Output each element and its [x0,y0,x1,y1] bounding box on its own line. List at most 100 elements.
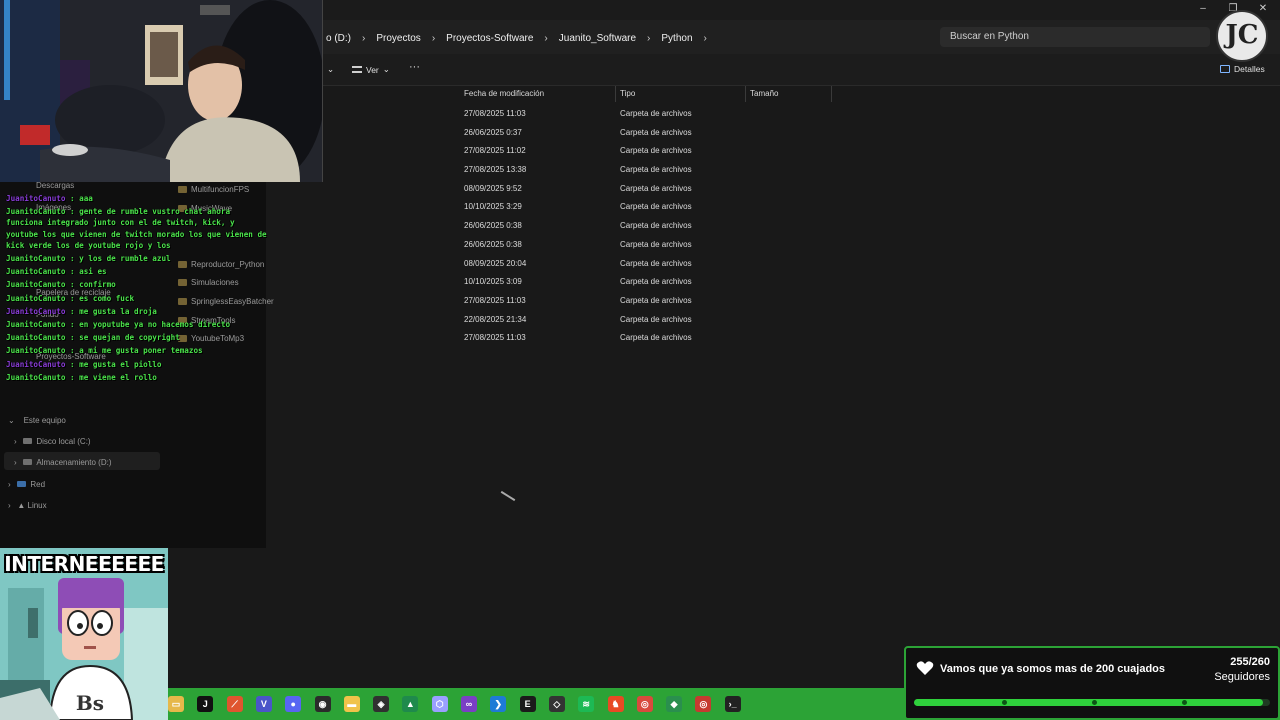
spotify-icon[interactable]: ≋ [578,696,595,712]
chat-text: en yoputube ya no hacemos directo [79,320,231,330]
file-explorer-icon[interactable]: ▭ [168,696,184,712]
view-icon [352,66,362,73]
search-input[interactable]: Buscar en Python [940,27,1210,47]
close-button[interactable]: ✕ [1256,3,1270,14]
chat-message: JuanitoCanuto : y los de rumble azul [6,253,268,264]
row-type: Carpeta de archivos [620,258,692,268]
nav-item-descargas[interactable]: Descargas [36,181,74,190]
chevron-right-icon[interactable]: › [357,33,370,44]
row-type: Carpeta de archivos [620,333,692,343]
epic-games-icon[interactable]: E [519,696,536,712]
goal-progress-fill [914,699,1264,706]
chat-message: JuanitoCanuto : es como fuck [6,293,268,304]
git-kraken-icon[interactable]: ◆ [666,696,683,712]
chat-username: JuanitoCanuto [6,306,66,316]
folder-icon[interactable]: ▬ [343,696,360,712]
details-button[interactable]: Detalles [1220,64,1265,74]
goal-progress-track [914,699,1270,706]
chat-text: confirmo [79,280,116,290]
column-date[interactable]: Fecha de modificación [460,86,616,102]
breadcrumb-proyectos[interactable]: Proyectos [370,33,426,44]
more-options-button[interactable]: ··· [409,61,420,73]
channel-logo: JC [1216,10,1268,62]
goal-milestone-marker [1182,700,1187,705]
row-date: 08/09/2025 20:04 [464,258,527,268]
row-date: 27/08/2025 11:02 [464,146,526,156]
unity-hub-icon[interactable]: ◇ [548,696,565,712]
chevron-right-icon[interactable]: › [8,480,11,489]
nav-item-este-equipo[interactable]: ⌄ Este equipo [8,416,66,425]
jetbrains-icon[interactable]: J [197,696,214,712]
row-type: Carpeta de archivos [620,277,692,287]
screen: – ❐ ✕ o (D:) › Proyectos › Proyectos-Sof… [0,0,1280,720]
chevron-right-icon[interactable]: › [427,33,440,44]
column-headers: Fecha de modificación Tipo Tamaño [320,86,1280,102]
chat-separator: : [65,194,80,203]
row-date: 22/08/2025 21:34 [464,314,527,324]
row-date: 27/08/2025 13:38 [464,165,527,175]
chrome-icon[interactable]: ◎ [636,696,653,712]
chat-message: JuanitoCanuto : confirmo [6,279,268,290]
row-type: Carpeta de archivos [620,165,692,175]
column-type[interactable]: Tipo [616,86,746,102]
chevron-down-icon[interactable]: ⌄ [327,64,334,75]
chat-text: se quejan de copyright [79,333,180,343]
git-icon[interactable]: ⟋ [226,696,243,712]
chat-separator: : [65,254,80,264]
chat-message: JuanitoCanuto : en yoputube ya no hacemo… [6,319,268,330]
breadcrumb[interactable]: o (D:) › Proyectos › Proyectos-Software … [320,28,712,48]
chevron-right-icon[interactable]: › [14,437,17,446]
logo-letters: JC [1225,20,1259,50]
breadcrumb-proyectos-software[interactable]: Proyectos-Software [440,33,539,44]
details-label: Detalles [1234,64,1265,74]
chevron-right-icon[interactable]: › [642,33,655,44]
breadcrumb-juanito-software[interactable]: Juanito_Software [553,33,642,44]
chevron-down-icon: ⌄ [382,64,390,74]
chat-message: JuanitoCanuto : me viene el rollo [6,372,268,383]
chat-message: JuanitoCanuto : gente de rumble vustro c… [6,206,268,251]
visual-studio-icon[interactable]: ∞ [461,696,477,712]
row-type: Carpeta de archivos [620,127,692,137]
discord-icon[interactable]: ● [285,696,302,712]
chevron-right-icon[interactable]: › [8,501,11,510]
drive-icon [23,459,33,465]
package-icon[interactable]: ⬡ [431,696,448,712]
gif-caption: INTERNEEEEEE [4,552,164,576]
chevron-down-icon[interactable]: ⌄ [8,416,15,425]
chat-text: a mi me gusta poner temazos [79,346,203,356]
goal-count: 255/260 [1230,656,1270,668]
chevron-right-icon[interactable]: › [539,33,552,44]
chat-separator: : [65,280,80,290]
nav-item-red[interactable]: › Red [8,480,45,489]
minimize-button[interactable]: – [1196,3,1210,14]
nav-item-disco-c[interactable]: › Disco local (C:) [14,437,91,446]
chrome-dev-icon[interactable]: ◎ [695,696,712,712]
heart-icon [916,661,934,675]
chat-separator: : [65,267,80,277]
obs-icon[interactable]: ◉ [314,696,331,712]
row-type: Carpeta de archivos [620,221,692,231]
chat-text: me gusta el piollo [79,359,162,369]
webcam-image [0,0,322,182]
row-date: 26/06/2025 0:38 [464,239,522,249]
row-date: 27/08/2025 11:03 [464,109,526,118]
terminal-icon[interactable]: ›_ [724,696,741,712]
android-studio-icon[interactable]: ▲ [402,696,419,712]
nav-item-linux[interactable]: › ▲ Linux [8,501,47,510]
row-type: Carpeta de archivos [620,239,692,249]
unity-icon[interactable]: ◈ [373,696,390,712]
chevron-right-icon[interactable]: › [14,458,17,467]
breadcrumb-drive-d[interactable]: o (D:) [320,33,357,44]
chat-message: JuanitoCanuto : aaa [6,193,268,204]
chat-text: y los de rumble azul [79,254,171,264]
goal-milestone-marker [1002,700,1007,705]
view-button[interactable]: Ver ⌄ [352,64,390,75]
brave-icon[interactable]: ♞ [607,696,624,712]
row-date: 10/10/2025 3:09 [464,277,522,287]
vscode-icon[interactable]: ❯ [490,696,507,712]
nav-item-almacenamiento-d[interactable]: › Almacenamiento (D:) [14,458,111,467]
vegas-icon[interactable]: V [255,696,272,712]
chevron-right-icon[interactable]: › [699,33,712,44]
breadcrumb-python[interactable]: Python [655,33,698,44]
column-size[interactable]: Tamaño [746,86,832,102]
